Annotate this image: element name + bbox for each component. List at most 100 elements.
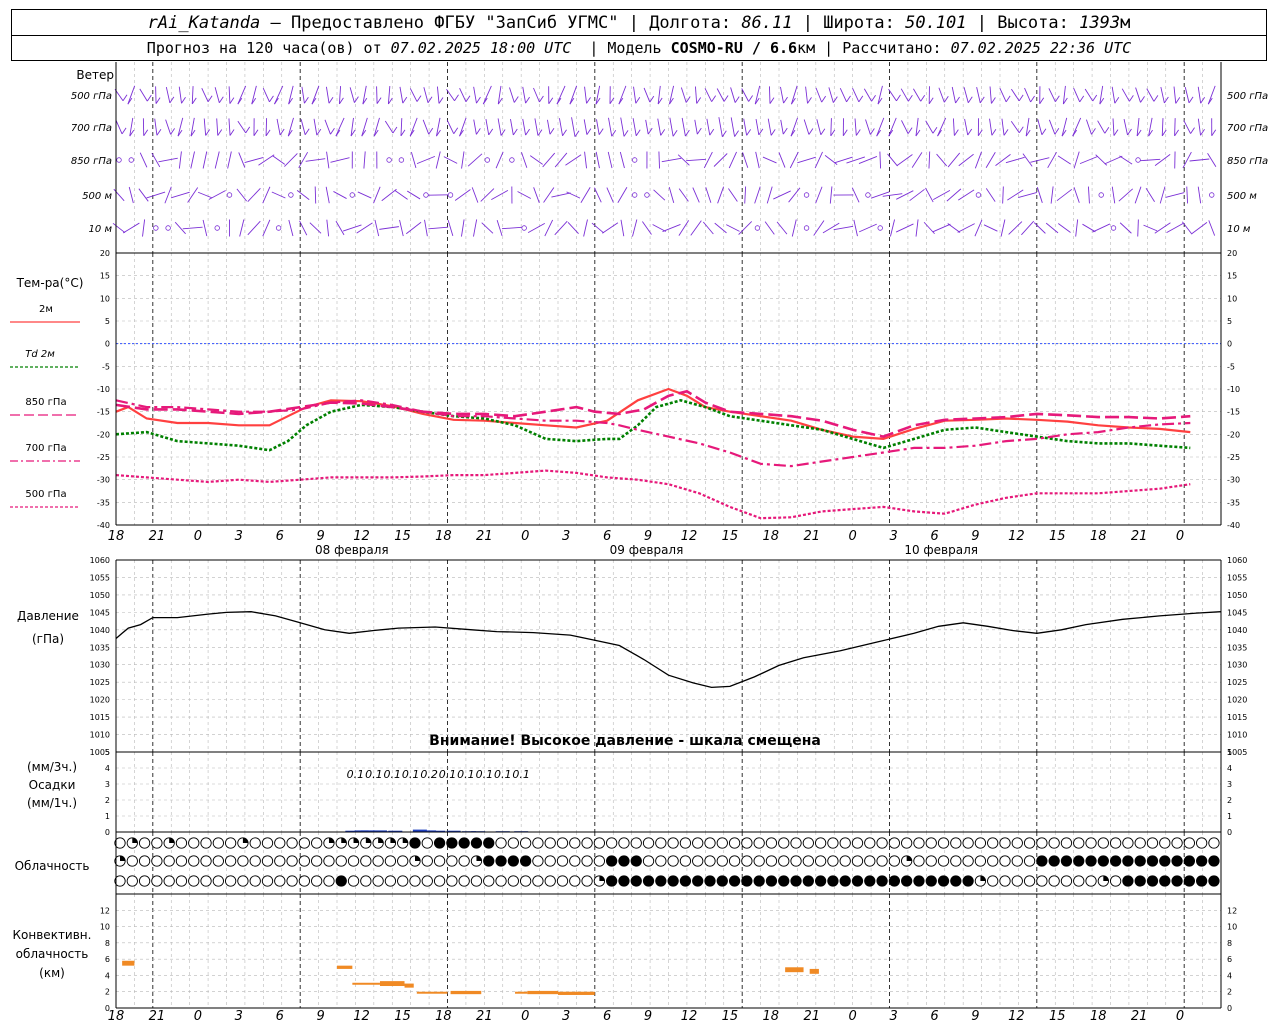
cloud-circle <box>360 875 372 887</box>
x-tick-label: 18 <box>108 1009 125 1024</box>
convective-bar <box>450 990 482 995</box>
calm-circle <box>631 192 638 198</box>
cloud-circle <box>507 837 519 849</box>
x-tick-label: 15 <box>1049 529 1066 544</box>
cloud-circle <box>298 837 311 849</box>
wind-barb <box>399 219 404 237</box>
wind-barb-feather <box>808 128 814 135</box>
wind-barb <box>738 221 753 235</box>
wind-barb-feather <box>1128 95 1134 102</box>
wind-barb-feather <box>1018 94 1024 102</box>
cloud-circle <box>802 875 814 887</box>
cloud-circle <box>655 837 667 849</box>
wind-barb <box>1173 86 1177 104</box>
calm-circle <box>398 157 405 163</box>
cloud-circle <box>372 855 384 867</box>
cloud-circle <box>1036 875 1048 887</box>
cloud-circle <box>274 875 286 887</box>
temp-series-line <box>115 469 1191 520</box>
wind-barb-feather <box>574 130 580 137</box>
wind-barb <box>1087 186 1090 204</box>
cloud-circle <box>962 875 974 887</box>
wind-barb-feather <box>598 128 604 135</box>
x-tick-label: 18 <box>108 529 125 544</box>
wind-barb <box>262 219 271 237</box>
cloud-circle <box>901 875 913 887</box>
temp-panel-title: Тем-ра(°C) <box>16 276 84 290</box>
wind-barb <box>742 152 749 168</box>
calm-circle <box>865 192 871 198</box>
wind-barb-feather <box>265 129 271 137</box>
wind-barb-feather <box>723 95 729 102</box>
wind-barb <box>521 152 528 168</box>
wind-barb <box>726 224 740 232</box>
cloud-circle <box>495 855 507 867</box>
wind-barb-feather <box>376 97 382 104</box>
y-tick-label: 12 <box>100 906 110 915</box>
temp-legend-label: 500 гПа <box>25 489 66 500</box>
convective-cloud-bars <box>122 960 819 995</box>
y-tick-label: 1010 <box>1227 731 1247 740</box>
calm-circle <box>386 157 392 163</box>
wind-barb-feather <box>770 129 776 136</box>
wind-level-label-right: 10 м <box>1227 224 1251 235</box>
cloud-circle <box>962 855 974 867</box>
wind-barb <box>491 189 509 201</box>
cloud-circle <box>1023 855 1036 867</box>
wind-barb <box>958 153 974 167</box>
cloud-partial <box>390 837 396 843</box>
wind-barb-feather <box>205 129 211 136</box>
x-tick-label: 6 <box>930 529 938 544</box>
cloud-partial <box>353 837 359 843</box>
cloud-circle <box>274 837 286 849</box>
wind-barb <box>335 117 345 137</box>
wind-barb <box>1048 88 1056 102</box>
wind-barb-feather <box>304 96 309 104</box>
calm-circle <box>447 192 454 198</box>
wind-barb <box>165 86 171 104</box>
cloud-circle <box>741 855 753 867</box>
wind-barb <box>1119 222 1132 234</box>
wind-barb-feather <box>1030 95 1035 103</box>
wind-barb <box>677 154 690 166</box>
wind-barb <box>1005 156 1025 164</box>
wind-barb <box>951 86 956 104</box>
x-tick-label: 21 <box>1131 529 1148 544</box>
cloud-circle <box>716 855 728 867</box>
x-tick-label: 21 <box>1131 1009 1148 1024</box>
wind-barb-feather <box>586 128 592 135</box>
x-tick-label: 3 <box>235 1009 243 1024</box>
cloud-circle <box>827 875 839 887</box>
wind-barb <box>1011 88 1020 102</box>
cloud-circle <box>175 875 188 887</box>
wind-barb-feather <box>1003 129 1009 136</box>
wind-barb <box>608 117 613 137</box>
wind-barb <box>839 87 847 103</box>
wind-barb <box>957 189 975 201</box>
x-tick-label: 9 <box>644 529 652 544</box>
y-tick-label: -10 <box>97 385 110 394</box>
x-tick-label: 18 <box>1090 529 1107 544</box>
wind-barb <box>459 88 467 102</box>
cloud-circle <box>1122 837 1134 849</box>
wind-barb <box>882 193 903 197</box>
wind-barb <box>858 223 877 233</box>
wind-level-label: 500 м <box>82 191 112 202</box>
wind-barb <box>381 188 397 202</box>
wind-barb-feather <box>1041 128 1047 135</box>
wind-barb <box>547 119 551 135</box>
cloud-circle <box>888 855 901 867</box>
wind-barb <box>128 186 134 204</box>
cloud-circle <box>679 837 692 849</box>
wind-barb <box>356 222 373 234</box>
wind-barb-feather <box>746 129 752 136</box>
cloud-circle <box>581 855 593 867</box>
cloud-circle <box>323 855 335 867</box>
wind-barb-feather <box>734 96 740 103</box>
wind-barb-feather <box>734 130 739 137</box>
wind-barb <box>645 119 649 135</box>
wind-barb <box>778 152 786 168</box>
cloud-circle <box>679 855 692 867</box>
precip-value-label: 0.1 <box>365 768 383 781</box>
wind-barb <box>113 188 125 202</box>
